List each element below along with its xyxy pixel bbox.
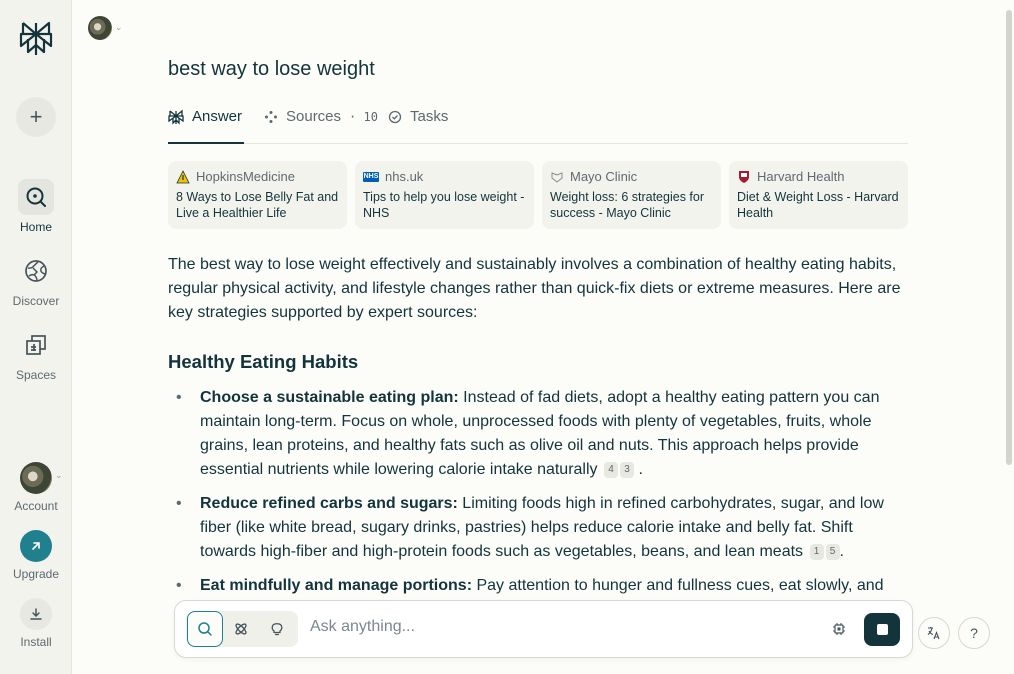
chevron-down-icon[interactable]: ⌄ xyxy=(115,22,123,33)
chevron-down-icon: ⌄ xyxy=(55,470,63,480)
bullet-title: Eat mindfully and manage portions: xyxy=(200,577,473,594)
sources-icon xyxy=(265,110,277,123)
stop-icon xyxy=(876,624,888,635)
user-avatar[interactable] xyxy=(88,16,112,40)
tab-label: Answer xyxy=(192,108,243,125)
search-mode-button[interactable] xyxy=(187,611,223,647)
sidebar-account[interactable]: ⌄ Account xyxy=(0,462,72,513)
source-site: Mayo Clinic xyxy=(570,169,638,184)
answer-heading: Healthy Eating Habits xyxy=(168,351,359,372)
research-icon xyxy=(235,623,247,635)
tab-sources[interactable]: Sources · 10 xyxy=(264,108,378,125)
sidebar-item-discover[interactable]: Discover xyxy=(0,253,72,308)
perplexity-logo-icon[interactable] xyxy=(18,19,54,57)
bullet-text: Pay attention to hunger and fullness cue… xyxy=(472,577,884,594)
ask-input[interactable] xyxy=(310,618,790,636)
source-title: Tips to help you lose weight - NHS xyxy=(363,190,525,220)
scrollbar[interactable] xyxy=(1002,0,1014,674)
bullet-end: . xyxy=(839,543,844,560)
source-title: 8 Ways to Lose Belly Fat and Live a Heal… xyxy=(176,190,339,220)
spaces-icon xyxy=(18,327,54,363)
source-title: Diet & Weight Loss - Harvard Health xyxy=(737,190,899,220)
citation-badge[interactable]: 3 xyxy=(620,462,634,478)
download-icon xyxy=(20,598,52,630)
sources-count: · 10 xyxy=(349,109,378,124)
account-label: Account xyxy=(14,499,58,513)
perplexity-icon xyxy=(168,109,184,125)
labs-mode-button[interactable] xyxy=(259,611,295,647)
translate-icon xyxy=(927,627,940,640)
source-card[interactable]: Harvard Health Diet & Weight Loss - Harv… xyxy=(729,161,908,229)
arrow-up-right-icon xyxy=(20,530,52,562)
nhs-favicon-icon: NHS xyxy=(363,171,379,182)
query-title: best way to lose weight xyxy=(168,58,375,80)
new-thread-button[interactable]: + xyxy=(16,97,56,137)
lightbulb-icon xyxy=(271,623,283,636)
globe-icon xyxy=(18,253,54,289)
cpu-chip-icon xyxy=(833,623,845,635)
citation-badge[interactable]: 1 xyxy=(809,544,824,560)
source-site: nhs.uk xyxy=(385,169,424,184)
home-search-icon xyxy=(18,179,54,215)
help-icon: ? xyxy=(970,625,978,641)
source-card[interactable]: Mayo Clinic Weight loss: 6 strategies fo… xyxy=(542,161,721,229)
plus-icon: + xyxy=(29,104,43,129)
tasks-icon xyxy=(388,110,402,123)
scrollbar-thumb[interactable] xyxy=(1006,10,1012,465)
stop-button[interactable] xyxy=(864,613,900,646)
active-tab-indicator xyxy=(168,142,244,144)
mayo-favicon-icon xyxy=(550,170,564,184)
avatar xyxy=(20,462,52,494)
sidebar: + Home Discover Spaces ⌄ Account Upgrade xyxy=(0,0,72,674)
result-tabs: Answer Sources · 10 Tasks xyxy=(168,104,908,144)
bullet-title: Choose a sustainable eating plan: xyxy=(200,389,459,406)
citation-badge[interactable]: 4 xyxy=(604,462,618,478)
search-mode-toggle xyxy=(186,611,298,647)
source-title: Weight loss: 6 strategies for success - … xyxy=(550,190,705,220)
help-button[interactable]: ? xyxy=(958,617,990,649)
citation-badge[interactable]: 5 xyxy=(825,544,840,560)
bullet-title: Reduce refined carbs and sugars: xyxy=(200,495,458,512)
tab-label: Tasks xyxy=(410,108,449,125)
answer-body: The best way to lose weight effectively … xyxy=(168,253,910,608)
sidebar-item-label: Home xyxy=(19,220,52,234)
install-label: Install xyxy=(20,635,52,649)
upgrade-label: Upgrade xyxy=(12,567,60,581)
translate-button[interactable] xyxy=(918,617,950,649)
research-mode-button[interactable] xyxy=(223,611,259,647)
sidebar-item-label: Spaces xyxy=(15,368,57,382)
source-site: HopkinsMedicine xyxy=(196,169,295,184)
tab-tasks[interactable]: Tasks xyxy=(388,108,448,125)
tab-answer[interactable]: Answer xyxy=(168,108,242,125)
source-cards: HopkinsMedicine 8 Ways to Lose Belly Fat… xyxy=(168,161,908,229)
sidebar-upgrade[interactable]: Upgrade xyxy=(0,530,72,581)
tab-label: Sources xyxy=(286,108,342,125)
harvard-favicon-icon xyxy=(737,170,751,184)
ask-bar xyxy=(174,600,913,658)
sidebar-item-label: Discover xyxy=(12,294,60,308)
source-site: Harvard Health xyxy=(757,169,845,184)
bullet-end: . xyxy=(638,461,643,478)
model-select-button[interactable] xyxy=(829,619,849,639)
list-item: Reduce refined carbs and sugars: Limitin… xyxy=(168,492,910,564)
answer-intro: The best way to lose weight effectively … xyxy=(168,256,901,321)
list-item: Choose a sustainable eating plan: Instea… xyxy=(168,386,910,482)
list-item: Eat mindfully and manage portions: Pay a… xyxy=(168,574,910,598)
answer-list: Choose a sustainable eating plan: Instea… xyxy=(168,386,910,598)
sidebar-item-spaces[interactable]: Spaces xyxy=(0,327,72,382)
source-card[interactable]: HopkinsMedicine 8 Ways to Lose Belly Fat… xyxy=(168,161,347,229)
source-card[interactable]: NHS nhs.uk Tips to help you lose weight … xyxy=(355,161,534,229)
sidebar-install[interactable]: Install xyxy=(0,598,72,649)
sidebar-item-home[interactable]: Home xyxy=(0,179,72,234)
search-icon xyxy=(198,622,212,636)
hopkins-favicon-icon xyxy=(176,169,190,184)
